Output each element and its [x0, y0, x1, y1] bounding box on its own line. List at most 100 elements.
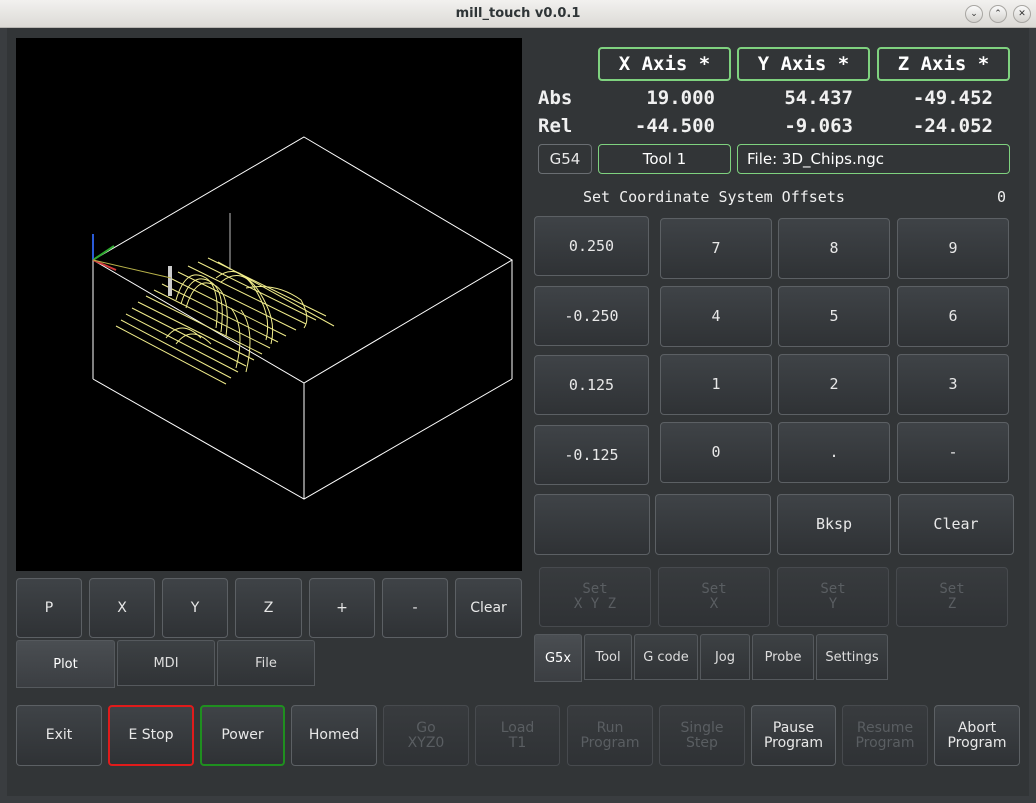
keypad-7-button[interactable]: 7	[660, 218, 772, 279]
view-p-button[interactable]: P	[16, 578, 82, 638]
button-label: Run	[596, 719, 624, 736]
title-bar: mill_touch v0.0.1 ⌄ ⌃ ✕	[0, 0, 1036, 28]
coord-system-indicator[interactable]: G54	[538, 144, 592, 174]
resume-program-button[interactable]: Resume Program	[842, 705, 928, 766]
zoom-in-button[interactable]: +	[309, 578, 375, 638]
x-abs-value: 19.000	[646, 87, 715, 109]
pause-program-button[interactable]: Pause Program	[751, 705, 836, 766]
go-xyz0-button[interactable]: Go XYZ0	[383, 705, 469, 766]
run-program-button[interactable]: Run Program	[567, 705, 653, 766]
plot-canvas	[92, 136, 513, 500]
keypad-decimal-button[interactable]: .	[778, 422, 890, 483]
set-label: Set	[582, 581, 608, 597]
button-label: Exit	[45, 727, 73, 743]
view-y-button[interactable]: Y	[162, 578, 228, 638]
minimize-icon[interactable]: ⌄	[965, 5, 983, 23]
blank-button[interactable]	[534, 494, 650, 555]
tool-indicator: Tool 1	[598, 144, 731, 174]
load-t1-button[interactable]: Load T1	[475, 705, 560, 766]
button-label: Pause	[772, 719, 815, 736]
zoom-out-button[interactable]: -	[382, 578, 448, 638]
tab-probe[interactable]: Probe	[752, 634, 814, 680]
estop-button[interactable]: E Stop	[108, 705, 194, 766]
button-sublabel: Program	[855, 734, 915, 751]
tab-plot[interactable]: Plot	[16, 640, 115, 688]
set-xyz-button[interactable]: Set X Y Z	[539, 567, 651, 627]
keypad-8-button[interactable]: 8	[778, 218, 890, 279]
set-y-button[interactable]: Set Y	[777, 567, 889, 627]
offsets-value: 0	[997, 188, 1007, 206]
exit-button[interactable]: Exit	[16, 705, 102, 766]
main-window: P X Y Z + - Clear Plot MDI File X Axis *…	[7, 28, 1029, 796]
button-label: Load	[500, 719, 535, 736]
blank-button[interactable]	[655, 494, 771, 555]
tab-tool[interactable]: Tool	[584, 634, 632, 680]
tab-file[interactable]: File	[217, 640, 315, 686]
keypad-9-button[interactable]: 9	[897, 218, 1009, 279]
set-axis-label: Y	[828, 596, 838, 612]
toolpath	[115, 257, 335, 385]
tab-mdi[interactable]: MDI	[117, 640, 215, 686]
x-rel-value: -44.500	[634, 115, 715, 137]
increment-button[interactable]: -0.125	[534, 425, 649, 485]
set-axis-label: X Y Z	[573, 596, 617, 612]
power-button[interactable]: Power	[200, 705, 285, 766]
file-indicator: File: 3D_Chips.ngc	[737, 144, 1010, 174]
box-top	[92, 136, 513, 384]
maximize-icon[interactable]: ⌃	[989, 5, 1007, 23]
increment-button[interactable]: 0.250	[534, 216, 649, 276]
keypad-2-button[interactable]: 2	[778, 354, 890, 415]
set-axis-label: X	[709, 596, 719, 612]
backspace-button[interactable]: Bksp	[777, 494, 891, 555]
tab-settings[interactable]: Settings	[816, 634, 888, 680]
z-rel-value: -24.052	[912, 115, 993, 137]
tab-gcode[interactable]: G code	[634, 634, 698, 680]
view-z-button[interactable]: Z	[235, 578, 302, 638]
y-axis-indicator	[92, 245, 115, 261]
set-axis-label: Z	[947, 596, 957, 612]
keypad-6-button[interactable]: 6	[897, 286, 1009, 347]
increment-button[interactable]: 0.125	[534, 355, 649, 415]
button-label: Power	[221, 727, 264, 743]
button-label: Resume	[856, 719, 914, 736]
x-axis-header[interactable]: X Axis *	[598, 47, 731, 81]
abs-label: Abs	[538, 87, 573, 109]
y-rel-value: -9.063	[784, 115, 853, 137]
button-label: Abort	[957, 719, 997, 736]
keypad-0-button[interactable]: 0	[660, 422, 772, 483]
toolpath-plot[interactable]	[16, 38, 522, 571]
clear-entry-button[interactable]: Clear	[898, 494, 1014, 555]
z-axis-header[interactable]: Z Axis *	[877, 47, 1010, 81]
y-axis-header[interactable]: Y Axis *	[737, 47, 870, 81]
keypad-5-button[interactable]: 5	[778, 286, 890, 347]
keypad-4-button[interactable]: 4	[660, 286, 772, 347]
increment-button[interactable]: -0.250	[534, 286, 649, 346]
button-sublabel: T1	[508, 734, 527, 751]
keypad-minus-button[interactable]: -	[897, 422, 1009, 483]
box-bottom	[92, 378, 513, 500]
rel-label: Rel	[538, 115, 573, 137]
button-sublabel: Program	[580, 734, 640, 751]
keypad-1-button[interactable]: 1	[660, 354, 772, 415]
tool-vector	[92, 259, 172, 279]
close-icon[interactable]: ✕	[1013, 5, 1031, 23]
set-z-button[interactable]: Set Z	[896, 567, 1008, 627]
button-label: Homed	[308, 727, 360, 743]
homed-button[interactable]: Homed	[291, 705, 377, 766]
tab-jog[interactable]: Jog	[700, 634, 750, 680]
set-label: Set	[820, 581, 846, 597]
button-label: Go	[416, 719, 436, 736]
set-label: Set	[701, 581, 727, 597]
set-label: Set	[939, 581, 965, 597]
abort-program-button[interactable]: Abort Program	[934, 705, 1020, 766]
view-x-button[interactable]: X	[89, 578, 155, 638]
offsets-title: Set Coordinate System Offsets	[583, 188, 845, 206]
tab-g5x[interactable]: G5x	[534, 634, 582, 682]
single-step-button[interactable]: Single Step	[659, 705, 745, 766]
button-sublabel: Step	[686, 734, 718, 751]
clear-plot-button[interactable]: Clear	[455, 578, 522, 638]
button-sublabel: Program	[763, 734, 824, 751]
set-x-button[interactable]: Set X	[658, 567, 770, 627]
keypad-3-button[interactable]: 3	[897, 354, 1009, 415]
button-label: E Stop	[128, 727, 174, 743]
